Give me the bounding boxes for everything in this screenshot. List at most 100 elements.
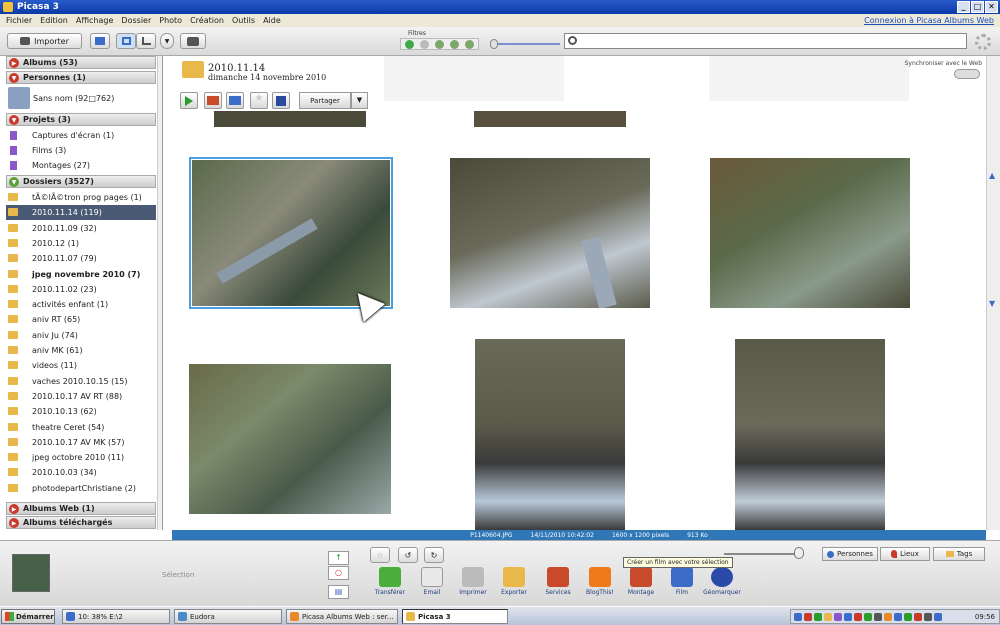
- photo-thumbnail[interactable]: [735, 339, 885, 530]
- folder-item[interactable]: 2010.12 (1): [6, 236, 156, 251]
- section-projets[interactable]: ▼ Projets (3): [6, 113, 156, 126]
- folder-item[interactable]: vaches 2010.10.15 (15): [6, 374, 156, 389]
- folder-item[interactable]: photodepartChristiane (2): [6, 481, 156, 496]
- project-item[interactable]: Captures d'écran (1): [6, 128, 156, 143]
- tray-icon[interactable]: [814, 612, 822, 621]
- minimize-button[interactable]: _: [957, 1, 970, 13]
- scroll-up-icon[interactable]: ▲: [989, 171, 999, 181]
- tray-icon[interactable]: [924, 612, 932, 621]
- face-filter-icon[interactable]: [435, 39, 444, 49]
- tray-icon[interactable]: [854, 612, 862, 621]
- photo-thumbnail[interactable]: [475, 339, 625, 530]
- share-button[interactable]: Partager: [299, 92, 351, 109]
- tray-icon[interactable]: [894, 612, 902, 621]
- clear-selection-button[interactable]: ○: [328, 566, 349, 580]
- tray-icon[interactable]: [914, 612, 922, 621]
- tray-icon[interactable]: [834, 612, 842, 621]
- close-button[interactable]: ✕: [985, 1, 998, 13]
- start-button[interactable]: Démarrer: [1, 609, 55, 624]
- date-filter-slider-knob[interactable]: [490, 39, 498, 49]
- thumbnail-view-button[interactable]: [116, 33, 136, 49]
- project-item[interactable]: Films (3): [6, 143, 156, 158]
- tree-view-button[interactable]: [136, 33, 156, 49]
- movie-tray-button[interactable]: Film: [662, 567, 702, 596]
- photo-thumbnail[interactable]: [189, 364, 391, 514]
- hold-selection-button[interactable]: ↑: [328, 551, 349, 565]
- folder-item[interactable]: aniv Ju (74): [6, 328, 156, 343]
- people-tab[interactable]: Personnes: [822, 547, 878, 561]
- tray-star-button[interactable]: ☆: [370, 547, 390, 563]
- places-tab[interactable]: Lieux: [880, 547, 930, 561]
- zoom-slider[interactable]: [724, 553, 800, 555]
- tray-icon[interactable]: [904, 612, 912, 621]
- browser-scrollbar[interactable]: ▲ ▼: [986, 56, 1000, 530]
- section-dossiers[interactable]: ▼ Dossiers (3527): [6, 175, 156, 188]
- folder-item[interactable]: 2010.10.17 AV MK (57): [6, 435, 156, 450]
- photo-thumbnail-selected[interactable]: [189, 157, 393, 309]
- add-to-album-button[interactable]: [90, 33, 110, 49]
- tray-icon[interactable]: [794, 612, 802, 621]
- zoom-slider-knob[interactable]: [794, 547, 804, 559]
- folder-item[interactable]: videos (11): [6, 358, 156, 373]
- folder-item[interactable]: 2010.11.09 (32): [6, 221, 156, 236]
- folder-item[interactable]: aniv RT (65): [6, 312, 156, 327]
- email-button[interactable]: Email: [412, 567, 452, 596]
- tray-icon[interactable]: [874, 612, 882, 621]
- section-albums-web[interactable]: ▶ Albums Web (1): [6, 502, 156, 515]
- blogthis-button[interactable]: BlogThis!: [580, 567, 620, 596]
- taskbar-item-active[interactable]: Picasa 3: [402, 609, 508, 624]
- maximize-button[interactable]: □: [971, 1, 984, 13]
- section-albums-telecharges[interactable]: ▶ Albums téléchargés: [6, 516, 156, 529]
- movie-button[interactable]: [226, 92, 244, 109]
- sync-web-toggle[interactable]: [954, 69, 980, 79]
- rotate-right-button[interactable]: ↻: [424, 547, 444, 563]
- import-button[interactable]: Importer: [7, 33, 82, 49]
- photo-thumbnail[interactable]: [450, 158, 650, 308]
- scroll-down-icon[interactable]: ▼: [989, 299, 999, 309]
- rotate-left-button[interactable]: ↺: [398, 547, 418, 563]
- tags-tab[interactable]: Tags: [933, 547, 985, 561]
- slideshow-button[interactable]: [180, 92, 198, 109]
- search-input[interactable]: [564, 33, 967, 49]
- menu-photo[interactable]: Photo: [159, 16, 182, 25]
- person-unnamed[interactable]: Sans nom (92□762): [33, 94, 114, 103]
- folder-item[interactable]: tÃ©lÃ©tron prog pages (1): [6, 190, 156, 205]
- section-albums[interactable]: ▶ Albums (53): [6, 56, 156, 69]
- view-dropdown-button[interactable]: ▼: [160, 33, 174, 49]
- geotag-button[interactable]: Géomarquer: [702, 567, 742, 596]
- video-filter-icon[interactable]: [420, 39, 429, 49]
- upload-filter-icon[interactable]: [450, 39, 459, 49]
- tray-thumbnail[interactable]: [12, 554, 50, 592]
- print-button[interactable]: Imprimer: [453, 567, 493, 596]
- add-to-album-tray-button[interactable]: ▤: [328, 585, 349, 599]
- star-filter-icon[interactable]: [405, 39, 414, 49]
- sidebar-scrollbar[interactable]: [157, 56, 162, 530]
- taskbar-item[interactable]: Picasa Albums Web : ser...: [286, 609, 398, 624]
- tray-icon[interactable]: [864, 612, 872, 621]
- collage-tray-button[interactable]: Montage: [621, 567, 661, 596]
- menu-outils[interactable]: Outils: [232, 16, 255, 25]
- photo-thumbnail[interactable]: [214, 111, 366, 127]
- export-button[interactable]: Exporter: [494, 567, 534, 596]
- folder-item[interactable]: 2010.10.17 AV RT (88): [6, 389, 156, 404]
- star-button[interactable]: ★: [250, 92, 268, 109]
- tray-icon[interactable]: [804, 612, 812, 621]
- geotag-filter-icon[interactable]: [465, 39, 474, 49]
- photo-thumbnail[interactable]: [710, 158, 910, 308]
- taskbar-item[interactable]: Eudora: [174, 609, 282, 624]
- save-button[interactable]: [272, 92, 290, 109]
- collage-button[interactable]: [204, 92, 222, 109]
- photo-thumbnail[interactable]: [474, 111, 626, 127]
- menu-fichier[interactable]: Fichier: [6, 16, 32, 25]
- folder-item[interactable]: 2010.11.07 (79): [6, 251, 156, 266]
- section-personnes[interactable]: ▼ Personnes (1): [6, 71, 156, 84]
- folder-item[interactable]: activités enfant (1): [6, 297, 156, 312]
- menu-affichage[interactable]: Affichage: [76, 16, 114, 25]
- menu-creation[interactable]: Création: [190, 16, 224, 25]
- picasa-web-login-link[interactable]: Connexion à Picasa Albums Web: [864, 16, 994, 25]
- person-avatar[interactable]: [8, 87, 30, 109]
- menu-edition[interactable]: Edition: [40, 16, 68, 25]
- tray-icon[interactable]: [884, 612, 892, 621]
- project-item[interactable]: Montages (27): [6, 158, 156, 173]
- folder-item[interactable]: jpeg octobre 2010 (11): [6, 450, 156, 465]
